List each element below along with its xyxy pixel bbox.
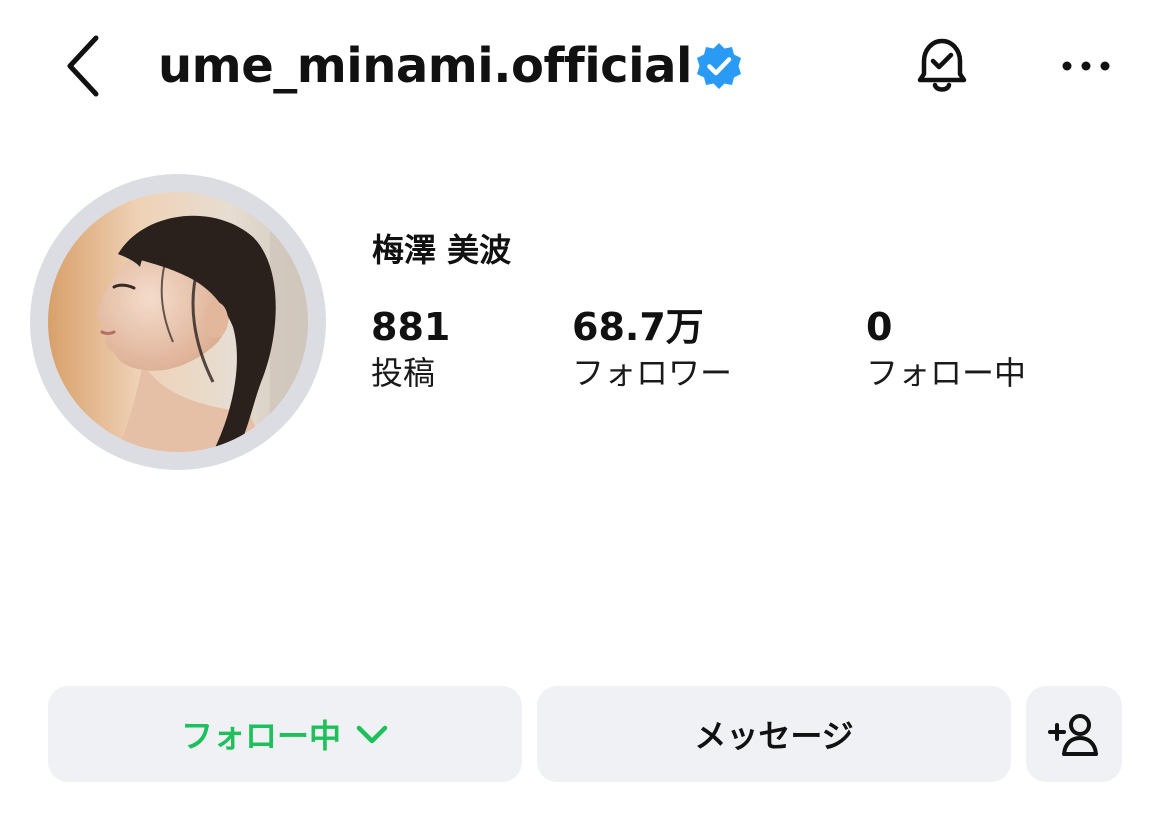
followers-stat[interactable]: 68.7万 フォロワー	[572, 303, 732, 395]
following-button-label: フォロー中	[180, 717, 341, 755]
followers-label: フォロワー	[572, 354, 733, 392]
message-button-label: メッセージ	[694, 717, 854, 755]
following-stat[interactable]: 0 フォロー中	[866, 303, 1026, 395]
posts-count: 881	[371, 305, 451, 349]
posts-stat[interactable]: 881 投稿	[371, 303, 450, 395]
chevron-left-icon	[67, 35, 99, 97]
bell-check-icon	[917, 38, 967, 92]
profile-username: ume_minami.official	[158, 38, 692, 94]
message-button[interactable]: メッセージ	[537, 686, 1011, 782]
profile-display-name: 梅澤 美波	[372, 231, 512, 269]
notification-bell-button[interactable]	[906, 30, 978, 102]
posts-label: 投稿	[371, 354, 436, 392]
more-options-button[interactable]	[1056, 44, 1116, 88]
following-button[interactable]: フォロー中	[48, 686, 522, 782]
add-user-button[interactable]	[1026, 686, 1122, 782]
verified-badge-icon	[694, 41, 744, 91]
followers-count: 68.7万	[572, 305, 704, 349]
back-button[interactable]	[58, 30, 108, 100]
more-horizontal-icon	[1062, 61, 1110, 71]
avatar[interactable]	[48, 192, 308, 452]
add-user-icon	[1048, 714, 1098, 756]
following-count: 0	[866, 305, 893, 349]
chevron-down-icon	[355, 722, 389, 746]
following-label: フォロー中	[866, 354, 1027, 392]
